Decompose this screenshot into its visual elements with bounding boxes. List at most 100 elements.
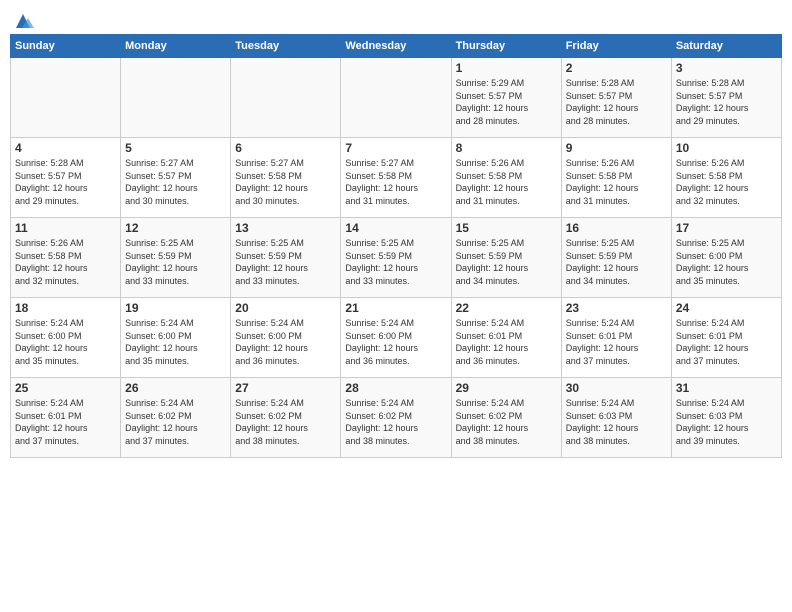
cell-text-line: Sunset: 6:01 PM <box>676 330 777 343</box>
cell-text-line: and 32 minutes. <box>15 275 116 288</box>
calendar-cell: 31Sunrise: 5:24 AMSunset: 6:03 PMDayligh… <box>671 378 781 458</box>
cell-text-line: Sunset: 5:57 PM <box>566 90 667 103</box>
calendar-cell <box>231 58 341 138</box>
cell-text-line: and 39 minutes. <box>676 435 777 448</box>
cell-text-line: Daylight: 12 hours <box>566 102 667 115</box>
logo <box>10 10 34 28</box>
cell-text-line: Sunset: 5:57 PM <box>15 170 116 183</box>
cell-text-line: and 33 minutes. <box>125 275 226 288</box>
cell-text-line: and 29 minutes. <box>676 115 777 128</box>
cell-text-line: Sunrise: 5:27 AM <box>125 157 226 170</box>
cell-text-line: Sunrise: 5:25 AM <box>235 237 336 250</box>
cell-text-line: Sunset: 6:03 PM <box>676 410 777 423</box>
cell-text-line: and 38 minutes. <box>345 435 446 448</box>
day-number: 30 <box>566 381 667 395</box>
cell-text-line: Daylight: 12 hours <box>676 262 777 275</box>
cell-text-line: Sunset: 5:58 PM <box>566 170 667 183</box>
cell-text-line: Daylight: 12 hours <box>676 182 777 195</box>
cell-text-line: Sunrise: 5:24 AM <box>125 397 226 410</box>
cell-text-line: and 38 minutes. <box>566 435 667 448</box>
cell-text-line: Sunrise: 5:24 AM <box>456 317 557 330</box>
cell-text-line: Sunset: 5:58 PM <box>456 170 557 183</box>
cell-text-line: Sunrise: 5:25 AM <box>456 237 557 250</box>
cell-text-line: Daylight: 12 hours <box>125 262 226 275</box>
cell-text-line: Sunrise: 5:24 AM <box>345 397 446 410</box>
cell-text-line: Daylight: 12 hours <box>15 262 116 275</box>
cell-text-line: Daylight: 12 hours <box>235 262 336 275</box>
cell-text-line: Sunset: 5:59 PM <box>566 250 667 263</box>
day-number: 8 <box>456 141 557 155</box>
header-row: SundayMondayTuesdayWednesdayThursdayFrid… <box>11 35 782 58</box>
cell-text-line: Sunrise: 5:25 AM <box>566 237 667 250</box>
cell-text-line: Sunset: 6:00 PM <box>345 330 446 343</box>
calendar-cell: 24Sunrise: 5:24 AMSunset: 6:01 PMDayligh… <box>671 298 781 378</box>
cell-text-line: Daylight: 12 hours <box>15 342 116 355</box>
cell-text-line: Sunrise: 5:25 AM <box>125 237 226 250</box>
cell-text-line: Sunrise: 5:26 AM <box>566 157 667 170</box>
cell-text-line: Sunset: 6:00 PM <box>676 250 777 263</box>
weekday-header: Monday <box>121 35 231 58</box>
cell-text-line: Sunrise: 5:24 AM <box>566 397 667 410</box>
cell-text-line: Daylight: 12 hours <box>566 342 667 355</box>
calendar-table: SundayMondayTuesdayWednesdayThursdayFrid… <box>10 34 782 458</box>
cell-text-line: Daylight: 12 hours <box>566 422 667 435</box>
cell-text-line: Daylight: 12 hours <box>566 182 667 195</box>
day-number: 27 <box>235 381 336 395</box>
calendar-cell: 17Sunrise: 5:25 AMSunset: 6:00 PMDayligh… <box>671 218 781 298</box>
cell-text-line: Sunset: 6:00 PM <box>235 330 336 343</box>
cell-text-line: Sunset: 6:02 PM <box>235 410 336 423</box>
calendar-cell: 9 Sunrise: 5:26 AMSunset: 5:58 PMDaylight… <box>561 138 671 218</box>
cell-text-line: Daylight: 12 hours <box>125 342 226 355</box>
day-number: 23 <box>566 301 667 315</box>
cell-text-line: Sunrise: 5:24 AM <box>15 397 116 410</box>
calendar-cell: 13 Sunrise: 5:25 AMSunset: 5:59 PMDayligh… <box>231 218 341 298</box>
calendar-cell: 22Sunrise: 5:24 AMSunset: 6:01 PMDayligh… <box>451 298 561 378</box>
cell-text-line: Sunset: 5:59 PM <box>235 250 336 263</box>
header <box>10 10 782 28</box>
cell-text-line: Daylight: 12 hours <box>345 422 446 435</box>
cell-text-line: Daylight: 12 hours <box>15 182 116 195</box>
day-number: 13 <box>235 221 336 235</box>
calendar-cell: 30 Sunrise: 5:24 AMSunset: 6:03 PMDayligh… <box>561 378 671 458</box>
day-number: 26 <box>125 381 226 395</box>
weekday-header: Friday <box>561 35 671 58</box>
cell-text-line: Sunset: 5:59 PM <box>125 250 226 263</box>
calendar-cell: 18Sunrise: 5:24 AMSunset: 6:00 PMDayligh… <box>11 298 121 378</box>
cell-text-line: Daylight: 12 hours <box>676 342 777 355</box>
day-number: 16 <box>566 221 667 235</box>
cell-text-line: Sunset: 6:03 PM <box>566 410 667 423</box>
cell-text-line: and 37 minutes. <box>15 435 116 448</box>
cell-text-line: Sunset: 6:02 PM <box>345 410 446 423</box>
calendar-cell: 20Sunrise: 5:24 AMSunset: 6:00 PMDayligh… <box>231 298 341 378</box>
cell-text-line: Sunrise: 5:24 AM <box>456 397 557 410</box>
cell-text-line: Sunrise: 5:24 AM <box>235 317 336 330</box>
cell-text-line: Sunrise: 5:24 AM <box>676 317 777 330</box>
cell-text-line: Sunset: 5:57 PM <box>676 90 777 103</box>
cell-text-line: Daylight: 12 hours <box>456 182 557 195</box>
cell-text-line: Sunrise: 5:26 AM <box>676 157 777 170</box>
cell-text-line: and 38 minutes. <box>235 435 336 448</box>
calendar-cell: 26Sunrise: 5:24 AMSunset: 6:02 PMDayligh… <box>121 378 231 458</box>
cell-text-line: Daylight: 12 hours <box>345 342 446 355</box>
cell-text-line: Sunrise: 5:24 AM <box>125 317 226 330</box>
calendar-header: SundayMondayTuesdayWednesdayThursdayFrid… <box>11 35 782 58</box>
day-number: 9 <box>566 141 667 155</box>
weekday-header: Wednesday <box>341 35 451 58</box>
weekday-header: Saturday <box>671 35 781 58</box>
weekday-header: Tuesday <box>231 35 341 58</box>
day-number: 20 <box>235 301 336 315</box>
cell-text-line: Sunrise: 5:25 AM <box>345 237 446 250</box>
calendar-week-row: 25Sunrise: 5:24 AMSunset: 6:01 PMDayligh… <box>11 378 782 458</box>
cell-text-line: and 36 minutes. <box>235 355 336 368</box>
cell-text-line: Daylight: 12 hours <box>345 262 446 275</box>
cell-text-line: Sunset: 6:00 PM <box>15 330 116 343</box>
cell-text-line: Daylight: 12 hours <box>235 182 336 195</box>
cell-text-line: and 36 minutes. <box>456 355 557 368</box>
day-number: 2 <box>566 61 667 75</box>
cell-text-line: Sunrise: 5:24 AM <box>15 317 116 330</box>
cell-text-line: and 34 minutes. <box>456 275 557 288</box>
day-number: 22 <box>456 301 557 315</box>
weekday-header: Sunday <box>11 35 121 58</box>
cell-text-line: Sunset: 6:01 PM <box>566 330 667 343</box>
day-number: 31 <box>676 381 777 395</box>
